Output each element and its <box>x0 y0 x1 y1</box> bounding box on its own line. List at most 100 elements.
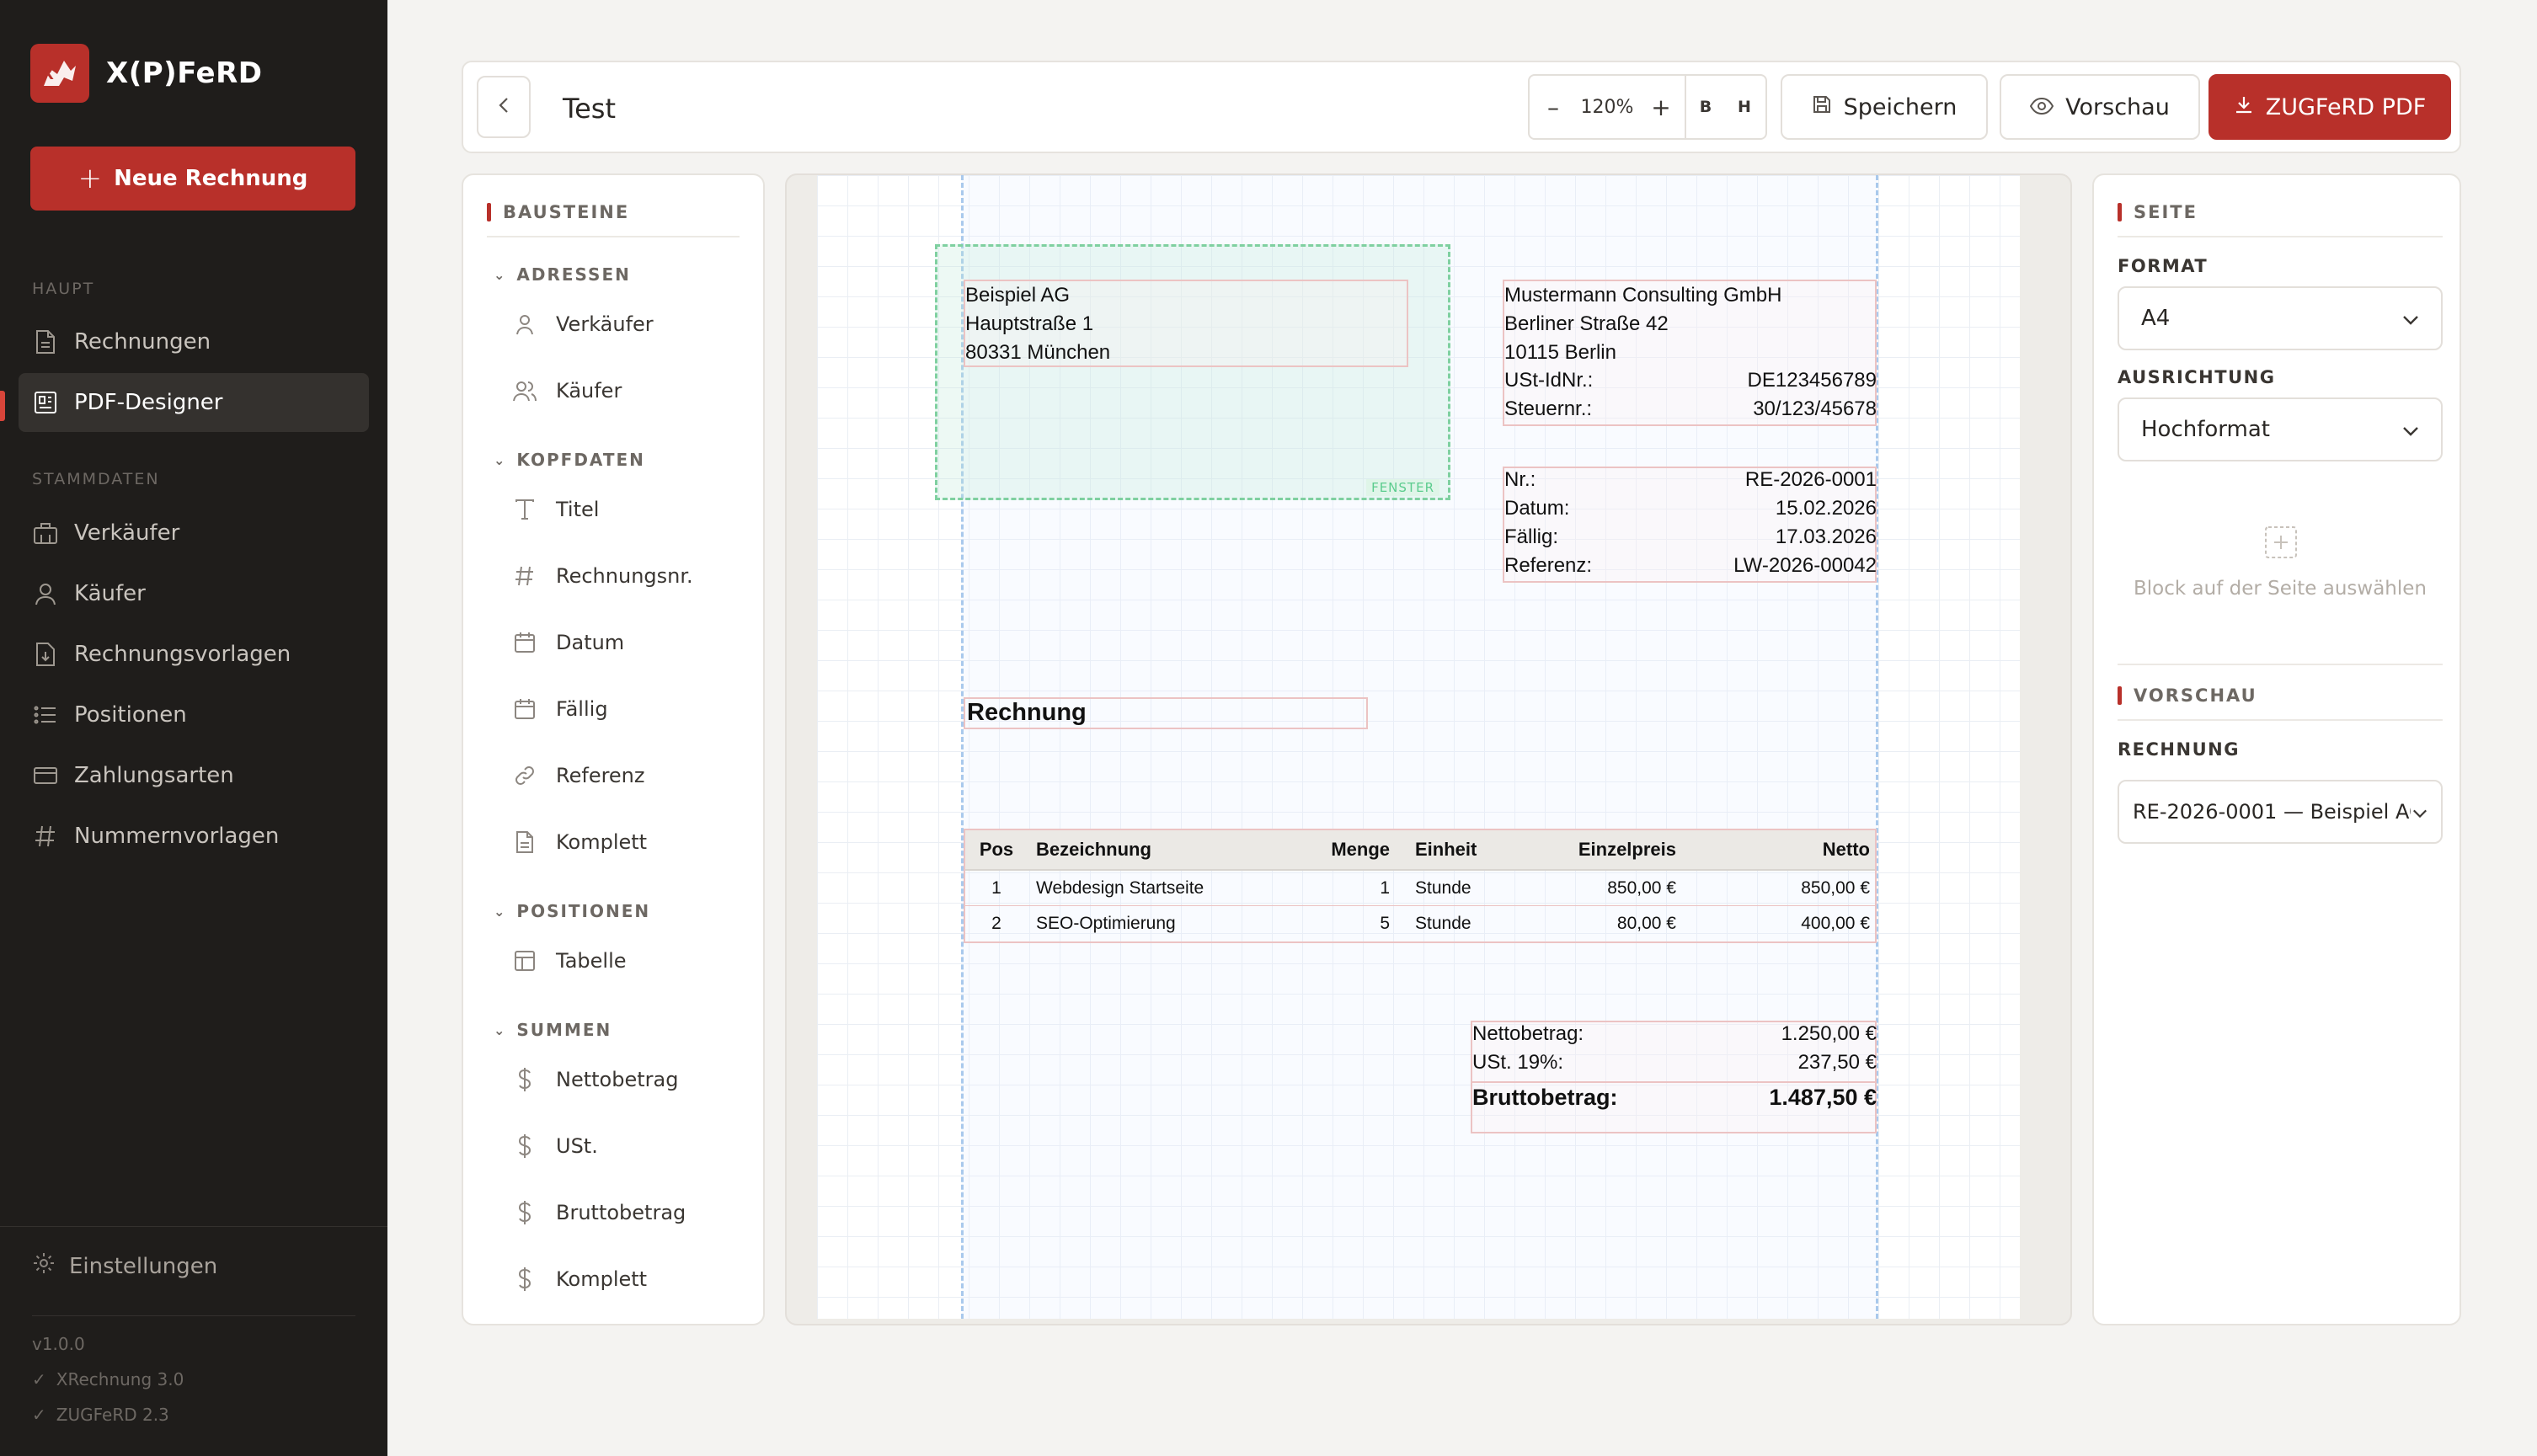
hash-icon <box>512 563 537 589</box>
recipient-line: Beispiel AG <box>965 284 1071 307</box>
panel-title-text: BAUSTEINE <box>503 202 630 222</box>
header-row: Datum: 15.02.2026 <box>1504 497 1877 520</box>
dollar-icon <box>512 1133 537 1159</box>
nav-item-positionen[interactable]: Positionen <box>19 685 369 744</box>
block-label: Nettobetrag <box>556 1068 679 1091</box>
block-kopf-komplett[interactable]: Komplett <box>512 829 647 855</box>
block-titel[interactable]: Titel <box>512 497 599 522</box>
nav-item-rechnungen[interactable]: Rechnungen <box>19 312 369 371</box>
design-canvas[interactable]: FENSTER Beispiel AG Hauptstraße 1 80331 … <box>785 173 2072 1325</box>
header-value: LW-2026-00042 <box>1733 554 1877 577</box>
preview-button[interactable]: Vorschau <box>2000 74 2200 140</box>
chevron-down-icon <box>2412 800 2428 824</box>
accent-mark <box>2118 686 2122 705</box>
table-header-row: Pos Bezeichnung Menge Einheit Einzelprei… <box>965 830 1875 871</box>
zoom-out-button[interactable]: – <box>1530 76 1577 138</box>
svg-text:X: X <box>42 66 54 83</box>
dollar-icon <box>512 1067 537 1092</box>
chevron-down-icon: ⌄ <box>494 266 507 283</box>
fit-width-button[interactable]: B <box>1686 98 1725 116</box>
seller-vat-value: DE123456789 <box>1747 369 1877 392</box>
group-label: ADRESSEN <box>516 264 631 285</box>
save-button[interactable]: Speichern <box>1781 74 1988 140</box>
nav-item-label: Rechnungen <box>74 329 211 355</box>
header-label: Nr.: <box>1504 468 1536 491</box>
standard-zugferd: ✓ ZUGFeRD 2.3 <box>32 1405 169 1425</box>
block-tabelle[interactable]: Tabelle <box>512 948 627 973</box>
fit-height-button[interactable]: H <box>1725 98 1764 116</box>
preview-label: Vorschau <box>2065 93 2170 120</box>
app-version: v1.0.0 <box>32 1334 85 1354</box>
new-invoice-button[interactable]: + Neue Rechnung <box>30 147 355 211</box>
new-invoice-label: Neue Rechnung <box>114 166 308 191</box>
document-title[interactable]: Test <box>563 93 616 125</box>
settings-label: Einstellungen <box>69 1253 218 1279</box>
seller-address-block[interactable]: Mustermann Consulting GmbH Berliner Stra… <box>1503 280 1877 426</box>
list-icon <box>32 701 59 728</box>
block-label: Rechnungsnr. <box>556 564 693 588</box>
pdf-page[interactable]: FENSTER Beispiel AG Hauptstraße 1 80331 … <box>817 175 2020 1319</box>
nav-item-nummernvorlagen[interactable]: Nummernvorlagen <box>19 807 369 866</box>
nav-item-zahlungsarten[interactable]: Zahlungsarten <box>19 746 369 805</box>
nav-item-label: Nummernvorlagen <box>74 824 280 849</box>
chevron-left-icon <box>498 96 510 118</box>
nav-item-rechnungsvorlagen[interactable]: Rechnungsvorlagen <box>19 625 369 684</box>
block-label: Verkäufer <box>556 312 654 336</box>
net-total-row: Nettobetrag: 1.250,00 € <box>1472 1022 1877 1046</box>
block-bruttobetrag[interactable]: Bruttobetrag <box>512 1200 686 1225</box>
items-table[interactable]: Pos Bezeichnung Menge Einheit Einzelprei… <box>964 829 1877 943</box>
zoom-in-button[interactable]: + <box>1637 76 1685 138</box>
group-adressen[interactable]: ⌄ ADRESSEN <box>494 264 631 285</box>
nav-item-pdf-designer[interactable]: PDF-Designer <box>19 373 369 432</box>
table-cell: 1 <box>1380 877 1390 898</box>
table-cell: 2 <box>991 914 1001 933</box>
table-cell: 80,00 € <box>1616 914 1676 933</box>
nav-item-verkaeufer[interactable]: Verkäufer <box>19 504 369 563</box>
block-summen-komplett[interactable]: Komplett <box>512 1267 647 1292</box>
template-icon <box>32 641 59 668</box>
header-value: 15.02.2026 <box>1775 497 1877 520</box>
settings-link[interactable]: Einstellungen <box>32 1251 217 1281</box>
block-rechnungsnr[interactable]: Rechnungsnr. <box>512 563 693 589</box>
logo-icon: X <box>30 44 89 103</box>
block-referenz[interactable]: Referenz <box>512 763 645 788</box>
format-value: A4 <box>2141 306 2171 331</box>
nav-item-kaeufer[interactable]: Käufer <box>19 564 369 623</box>
block-datum[interactable]: Datum <box>512 630 624 655</box>
seller-line: Berliner Straße 42 <box>1504 312 1669 335</box>
orientation-select[interactable]: Hochformat <box>2118 397 2443 461</box>
column-header: Einheit <box>1415 839 1477 860</box>
seller-tax-label: Steuernr.: <box>1504 397 1593 420</box>
seller-line: 10115 Berlin <box>1504 341 1616 364</box>
block-label: Datum <box>556 631 625 654</box>
user-icon <box>32 580 59 607</box>
orientation-label: AUSRICHTUNG <box>2118 367 2276 387</box>
group-kopfdaten[interactable]: ⌄ KOPFDATEN <box>494 450 645 470</box>
export-label: ZUGFeRD PDF <box>2265 93 2427 120</box>
block-nettobetrag[interactable]: Nettobetrag <box>512 1067 678 1092</box>
chevron-down-icon <box>2402 417 2419 442</box>
export-zugferd-button[interactable]: ZUGFeRD PDF <box>2209 74 2451 140</box>
nav-section-main: HAUPT <box>32 280 95 298</box>
chevron-down-icon: ⌄ <box>494 1021 507 1038</box>
table-cell: 5 <box>1380 914 1390 933</box>
save-icon <box>1812 94 1832 120</box>
group-summen[interactable]: ⌄ SUMMEN <box>494 1020 612 1040</box>
format-select[interactable]: A4 <box>2118 286 2443 350</box>
block-faellig[interactable]: Fällig <box>512 696 608 722</box>
back-button[interactable] <box>477 76 531 138</box>
table-cell: Webdesign Startseite <box>1036 877 1204 898</box>
block-kaeufer[interactable]: Käufer <box>512 378 622 403</box>
group-label: KOPFDATEN <box>516 450 645 470</box>
title-block[interactable]: Rechnung <box>964 697 1368 729</box>
brand[interactable]: X X(P)FeRD <box>30 44 263 103</box>
totals-block[interactable]: Nettobetrag: 1.250,00 € USt. 19%: 237,50… <box>1471 1021 1877 1133</box>
panel-title-text: VORSCHAU <box>2134 685 2257 706</box>
block-verkaeufer[interactable]: Verkäufer <box>512 312 654 337</box>
recipient-address-block[interactable]: Beispiel AG Hauptstraße 1 80331 München <box>964 280 1408 367</box>
invoice-select[interactable]: RE-2026-0001 — Beispiel AG <box>2118 780 2443 844</box>
header-label: Referenz: <box>1504 554 1593 577</box>
block-ust[interactable]: USt. <box>512 1133 598 1159</box>
header-data-block[interactable]: Nr.: RE-2026-0001 Datum: 15.02.2026 Fäll… <box>1503 467 1877 583</box>
group-positionen[interactable]: ⌄ POSITIONEN <box>494 901 650 921</box>
